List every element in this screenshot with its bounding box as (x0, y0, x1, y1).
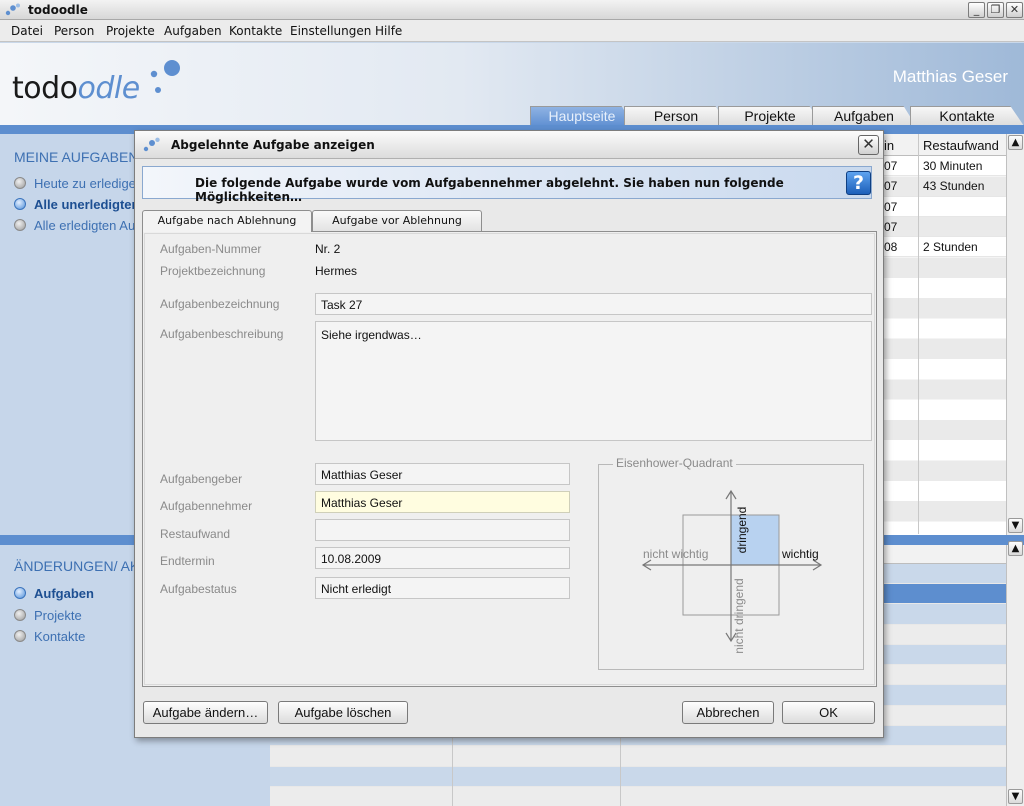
bullet-icon (14, 198, 26, 210)
tab-aufgaben[interactable]: Aufgaben (812, 106, 916, 126)
description-label: Aufgabenbeschreibung (160, 327, 284, 341)
task-detail-panel: Aufgaben-Nummer Nr. 2 Projektbezeichnung… (142, 231, 877, 687)
effort-field[interactable] (315, 519, 570, 541)
giver-label: Aufgabengeber (160, 472, 243, 486)
menu-hilfe[interactable]: Hilfe (375, 24, 402, 38)
table-row[interactable]: 07 30 Minuten (880, 156, 1006, 177)
task-name-field[interactable]: Task 27 (315, 293, 872, 315)
menu-einstellungen[interactable]: Einstellungen (290, 24, 371, 38)
section-title-tasks: MEINE AUFGABEN (14, 149, 139, 165)
app-icon (5, 3, 20, 16)
close-window-button[interactable]: ✕ (1006, 2, 1023, 18)
table-row[interactable]: 08 2 Stunden (880, 237, 1006, 258)
changes-scrollbar[interactable]: ▲ ▼ (1006, 541, 1024, 806)
taker-label: Aufgabennehmer (160, 499, 253, 513)
scroll-up-icon[interactable]: ▲ (1008, 541, 1023, 556)
menu-bar: Datei Person Projekte Aufgaben Kontakte … (0, 20, 1024, 42)
table-scrollbar[interactable]: ▲ ▼ (1006, 134, 1024, 535)
scroll-down-icon[interactable]: ▼ (1008, 789, 1023, 804)
sidebar-item-kontakte[interactable]: Kontakte (14, 629, 85, 644)
sidebar-item-aufgaben[interactable]: Aufgaben (14, 586, 94, 601)
bullet-icon (14, 630, 26, 642)
table-body: 07 30 Minuten 07 43 Stunden 07 07 08 2 Stun… (880, 156, 1006, 258)
table-row[interactable]: 07 (880, 217, 1006, 238)
column-divider (452, 736, 453, 806)
minimize-button[interactable]: _ (968, 2, 985, 18)
tab-person[interactable]: Person (624, 106, 728, 126)
table-row[interactable] (270, 746, 1006, 767)
task-number-label: Aufgaben-Nummer (160, 242, 262, 256)
sidebar-item-projekte[interactable]: Projekte (14, 608, 82, 623)
info-banner: Die folgende Aufgabe wurde vom Aufgabenn… (142, 166, 872, 204)
tab-projekte[interactable]: Projekte (718, 106, 822, 126)
edit-task-button[interactable]: Aufgabe ändern… (143, 701, 268, 724)
menu-projekte[interactable]: Projekte (106, 24, 155, 38)
tab-after-rejection[interactable]: Aufgabe nach Ablehnung (142, 210, 312, 232)
axis-label-not-urgent: nicht dringend (732, 578, 746, 654)
info-message: Die folgende Aufgabe wurde vom Aufgabenn… (195, 176, 784, 204)
bullet-icon (14, 177, 26, 189)
menu-person[interactable]: Person (54, 24, 94, 38)
ok-button[interactable]: OK (782, 701, 875, 724)
eisenhower-quadrant: Eisenhower-Quadrant nicht wichtig wichti… (598, 456, 864, 670)
window-title: todoodle (28, 3, 88, 17)
status-field[interactable]: Nicht erledigt (315, 577, 570, 599)
project-label: Projektbezeichnung (160, 264, 266, 278)
bullet-icon (14, 587, 26, 599)
description-field[interactable]: Siehe irgendwas… (315, 321, 872, 441)
scroll-up-icon[interactable]: ▲ (1008, 135, 1023, 150)
axis-label-important: wichtig (782, 547, 819, 561)
rejected-task-dialog: Abgelehnte Aufgabe anzeigen ✕ Die folgen… (134, 130, 884, 738)
task-number-value: Nr. 2 (315, 242, 341, 256)
axis-label-urgent: dringend (735, 506, 749, 554)
tab-before-rejection[interactable]: Aufgabe vor Ablehnung (312, 210, 482, 231)
user-name: Matthias Geser (892, 67, 1008, 86)
deadline-label: Endtermin (160, 554, 215, 568)
table-row[interactable]: 07 (880, 197, 1006, 217)
axis-label-not-important: nicht wichtig (643, 547, 709, 561)
dialog-titlebar: Abgelehnte Aufgabe anzeigen ✕ (135, 131, 883, 159)
giver-field[interactable]: Matthias Geser (315, 463, 570, 485)
project-value: Hermes (315, 264, 358, 278)
column-divider (620, 736, 621, 806)
logo-dots-icon (150, 60, 180, 93)
deadline-field[interactable]: 10.08.2009 (315, 547, 570, 569)
delete-task-button[interactable]: Aufgabe löschen (278, 701, 408, 724)
restore-button[interactable]: ❐ (987, 2, 1004, 18)
column-header-restaufwand[interactable]: Restaufwand (923, 138, 999, 153)
menu-kontakte[interactable]: Kontakte (229, 24, 282, 38)
bullet-icon (14, 609, 26, 621)
table-row[interactable]: 07 43 Stunden (880, 176, 1006, 197)
effort-label: Restaufwand (160, 527, 231, 541)
tab-hauptseite[interactable]: Hauptseite (530, 106, 634, 126)
help-icon[interactable]: ? (846, 171, 871, 195)
scroll-down-icon[interactable]: ▼ (1008, 518, 1023, 533)
logo: todoodle (12, 71, 140, 106)
dialog-title: Abgelehnte Aufgabe anzeigen (171, 138, 375, 152)
cancel-button[interactable]: Abbrechen (682, 701, 774, 724)
window-titlebar: todoodle _ ❐ ✕ (0, 0, 1024, 20)
dialog-close-button[interactable]: ✕ (858, 135, 879, 155)
bullet-icon (14, 219, 26, 231)
menu-aufgaben[interactable]: Aufgaben (164, 24, 222, 38)
table-row[interactable] (270, 786, 1006, 806)
menu-datei[interactable]: Datei (11, 24, 43, 38)
table-header: in Restaufwand (880, 134, 1006, 156)
task-name-label: Aufgabenbezeichnung (160, 297, 280, 311)
column-divider (918, 134, 919, 534)
status-label: Aufgabestatus (160, 582, 237, 596)
column-header-endtermin[interactable]: in (884, 138, 894, 153)
table-row[interactable] (270, 767, 1006, 787)
tab-kontakte[interactable]: Kontakte (910, 106, 1024, 126)
taker-field[interactable]: Matthias Geser (315, 491, 570, 513)
app-icon (143, 137, 160, 152)
